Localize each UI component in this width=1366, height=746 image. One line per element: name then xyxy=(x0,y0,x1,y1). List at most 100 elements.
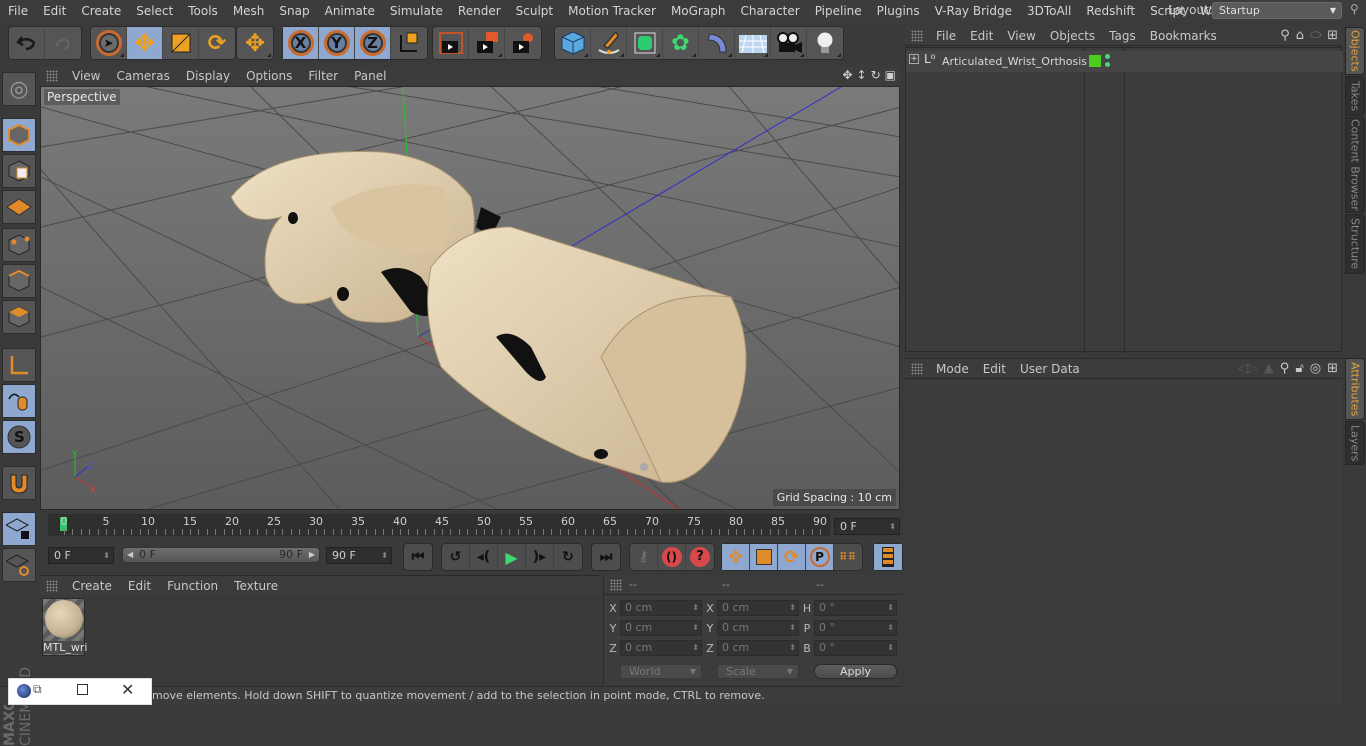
viewport-menu-filter[interactable]: Filter xyxy=(300,69,346,83)
previous-keyframe-button[interactable]: ↺ xyxy=(442,544,470,570)
grip-icon[interactable] xyxy=(911,362,923,375)
new-window-icon[interactable]: ⊞ xyxy=(1327,28,1338,43)
menu-character[interactable]: Character xyxy=(732,4,806,18)
workplane-align-button[interactable] xyxy=(2,548,36,582)
range-right-arrow-icon[interactable]: ▶ xyxy=(309,548,315,562)
attribute-menu-user-data[interactable]: User Data xyxy=(1013,362,1087,376)
object-menu-edit[interactable]: Edit xyxy=(963,29,1000,43)
attribute-menu-edit[interactable]: Edit xyxy=(976,362,1013,376)
render-picture-viewer-button[interactable] xyxy=(469,27,505,59)
grip-icon[interactable] xyxy=(46,70,58,82)
object-menu-bookmarks[interactable]: Bookmarks xyxy=(1143,29,1224,43)
eye-icon[interactable]: ⬭ xyxy=(1310,28,1321,43)
position-x-field[interactable]: 0 cm ⬍ xyxy=(620,600,702,616)
layout-dropdown[interactable]: Startup ▼ xyxy=(1212,2,1342,19)
menu-sculpt[interactable]: Sculpt xyxy=(508,4,560,18)
menu-render[interactable]: Render xyxy=(450,4,508,18)
position-z-field[interactable]: 0 cm ⬍ xyxy=(620,640,702,656)
camera-label[interactable]: Perspective xyxy=(44,89,120,105)
x-axis-button[interactable]: X xyxy=(283,27,319,59)
menu-create[interactable]: Create xyxy=(73,4,128,18)
position-y-field[interactable]: 0 cm ⬍ xyxy=(620,620,702,636)
viewport-menu-view[interactable]: View xyxy=(64,69,108,83)
viewport-menu-options[interactable]: Options xyxy=(238,69,300,83)
range-left-arrow-icon[interactable]: ◀ xyxy=(127,548,133,562)
light-button[interactable] xyxy=(807,27,843,59)
rotation-b-field[interactable]: 0 ° ⬍ xyxy=(814,640,897,656)
key-parameter-button[interactable]: P xyxy=(806,544,834,570)
object-row[interactable]: + L⁰ Articulated_Wrist_Orthosis xyxy=(906,51,1343,72)
dolly-icon[interactable]: ↕ xyxy=(857,68,867,82)
menu-redshift[interactable]: Redshift xyxy=(1078,4,1142,18)
menu-animate[interactable]: Animate xyxy=(317,4,382,18)
end-frame-field[interactable]: 90 F ⬍ xyxy=(326,547,392,564)
search-icon[interactable]: ⚲ xyxy=(1280,28,1290,43)
previous-frame-button[interactable]: ◂( xyxy=(470,544,498,570)
timeline-window-button[interactable] xyxy=(874,544,902,570)
search-icon[interactable]: ⚲ xyxy=(1350,2,1364,18)
viewport-menu-panel[interactable]: Panel xyxy=(346,69,394,83)
menu-edit[interactable]: Edit xyxy=(35,4,73,18)
pen-button[interactable] xyxy=(591,27,627,59)
up-arrow-icon[interactable]: ▲ xyxy=(1264,361,1274,376)
target-icon[interactable]: ◎ xyxy=(1310,361,1321,376)
close-icon[interactable]: ✕ xyxy=(121,680,134,699)
solo-button[interactable]: S xyxy=(2,420,36,454)
material-swatch[interactable]: MTL_wri xyxy=(42,598,87,656)
cube-button[interactable] xyxy=(555,27,591,59)
redo-button[interactable] xyxy=(45,27,81,59)
autokey-button[interactable]: () xyxy=(658,544,686,570)
editor-visibility-dot[interactable] xyxy=(1105,54,1110,59)
scale-button[interactable] xyxy=(163,27,199,59)
material-menu-function[interactable]: Function xyxy=(159,579,226,593)
z-axis-button[interactable]: Z xyxy=(355,27,391,59)
object-menu-view[interactable]: View xyxy=(1000,29,1042,43)
size-y-field[interactable]: 0 cm ⬍ xyxy=(717,620,799,636)
grip-icon[interactable] xyxy=(911,29,923,42)
menu-file[interactable]: File xyxy=(0,4,35,18)
menu-tools[interactable]: Tools xyxy=(180,4,225,18)
restore-icon[interactable]: ⧉ xyxy=(33,682,42,697)
axis-mode-button[interactable] xyxy=(2,348,36,382)
tab-content-browser[interactable]: Content Browser xyxy=(1345,117,1365,213)
tab-layers[interactable]: Layers xyxy=(1345,421,1365,465)
toggle-layout-icon[interactable]: ▣ xyxy=(885,68,896,82)
keyframe-selection-button[interactable]: ? xyxy=(686,544,714,570)
texture-mode-button[interactable] xyxy=(2,154,36,188)
start-frame-field[interactable]: 0 F ⬍ xyxy=(48,547,114,564)
material-menu-create[interactable]: Create xyxy=(64,579,120,593)
key-rotation-button[interactable]: ⟳ xyxy=(778,544,806,570)
menu-mograph[interactable]: MoGraph xyxy=(663,4,733,18)
viewport-perspective[interactable]: Perspective Y Z X Grid Spacing : 10 cm xyxy=(40,86,900,510)
viewport-menu-display[interactable]: Display xyxy=(178,69,238,83)
attribute-menu-mode[interactable]: Mode xyxy=(929,362,976,376)
grip-icon[interactable] xyxy=(46,579,58,592)
maximize-icon[interactable] xyxy=(77,684,88,695)
frame-range-slider[interactable]: ◀ 0 F 90 F ▶ xyxy=(122,547,320,563)
next-keyframe-button[interactable]: ↻ xyxy=(554,544,582,570)
object-menu-objects[interactable]: Objects xyxy=(1043,29,1102,43)
size-x-field[interactable]: 0 cm ⬍ xyxy=(717,600,799,616)
object-menu-tags[interactable]: Tags xyxy=(1102,29,1143,43)
object-name[interactable]: Articulated_Wrist_Orthosis xyxy=(942,55,1087,68)
layer-color-swatch[interactable] xyxy=(1089,55,1101,67)
menu-mesh[interactable]: Mesh xyxy=(225,4,272,18)
workplane-lock-button[interactable] xyxy=(2,512,36,546)
polygons-mode-button[interactable] xyxy=(2,300,36,334)
tab-attributes[interactable]: Attributes xyxy=(1345,358,1365,420)
menu-simulate[interactable]: Simulate xyxy=(382,4,450,18)
model-mode-button[interactable] xyxy=(2,118,36,152)
menu-snap[interactable]: Snap xyxy=(271,4,316,18)
tab-objects[interactable]: Objects xyxy=(1345,27,1365,75)
next-frame-button[interactable]: )▸ xyxy=(526,544,554,570)
undo-button[interactable] xyxy=(9,27,45,59)
object-menu-file[interactable]: File xyxy=(929,29,963,43)
new-window-icon[interactable]: ⊞ xyxy=(1327,361,1338,376)
timeline-ruler[interactable]: 0 5 10 15 20 25 30 35 40 45 50 55 60 65 70 75 80 85 90 xyxy=(48,514,830,536)
material-menu-edit[interactable]: Edit xyxy=(120,579,159,593)
lock-icon[interactable]: 🔓︎ xyxy=(1295,361,1303,376)
render-settings-button[interactable] xyxy=(505,27,541,59)
subdivision-button[interactable] xyxy=(627,27,663,59)
tab-takes[interactable]: Takes xyxy=(1345,76,1365,116)
home-icon[interactable]: ⌂ xyxy=(1296,28,1304,43)
